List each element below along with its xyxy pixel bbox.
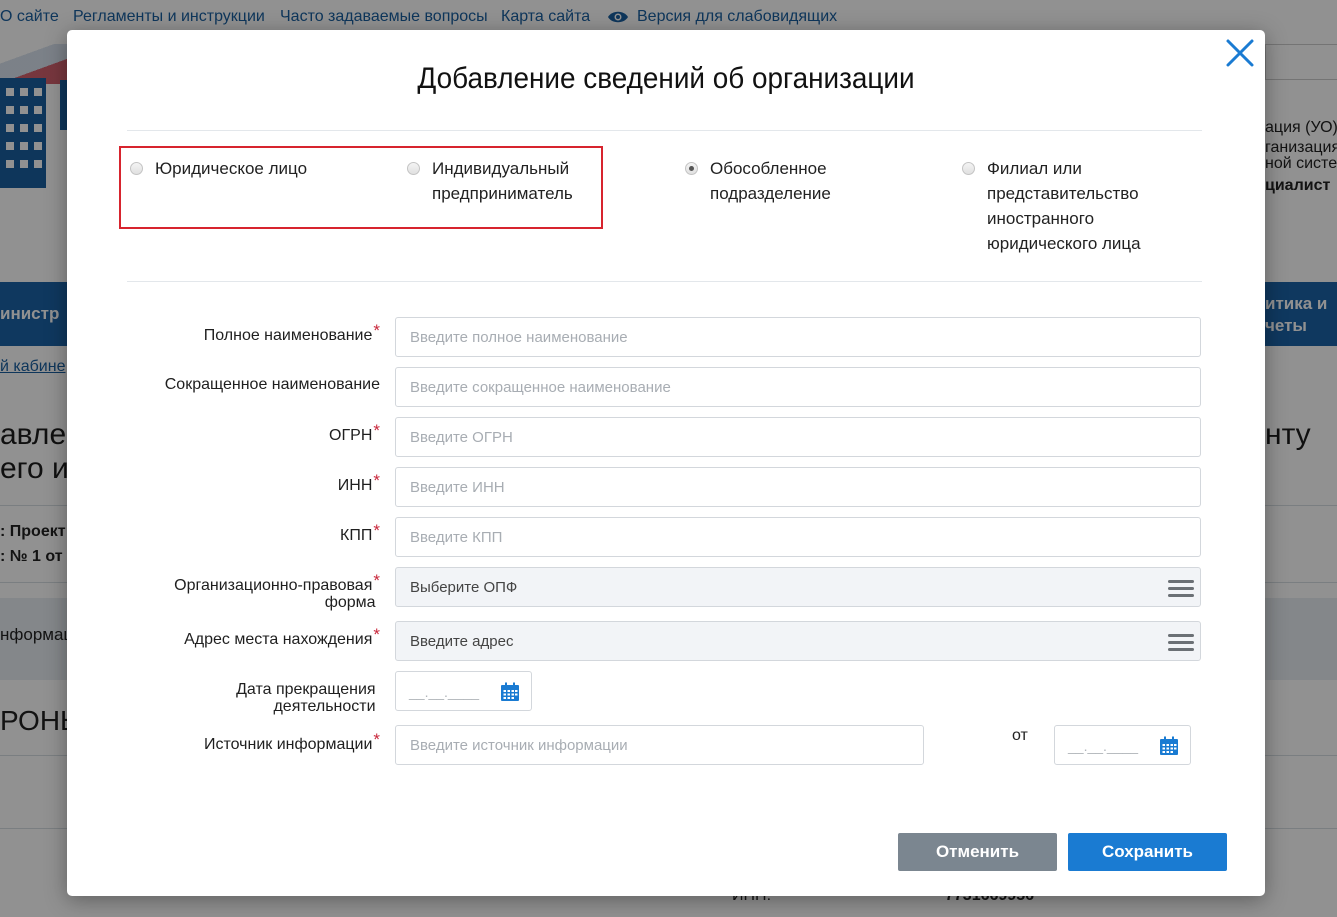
required-mark: * bbox=[373, 521, 380, 540]
radio-label: Обособленное подразделение bbox=[710, 159, 831, 203]
hamburger-menu-icon[interactable] bbox=[1168, 578, 1194, 598]
required-mark: * bbox=[373, 321, 380, 340]
required-mark: * bbox=[373, 730, 380, 749]
highlight-box bbox=[119, 146, 603, 229]
calendar-icon[interactable] bbox=[500, 682, 520, 702]
cancel-button[interactable]: Отменить bbox=[898, 833, 1057, 871]
label-text: Организационно-правовая bbox=[174, 577, 373, 594]
hamburger-menu-icon[interactable] bbox=[1168, 632, 1194, 652]
radio-separate-division[interactable]: Обособленное подразделение bbox=[685, 159, 875, 215]
short-name-label: Сокращенное наименование bbox=[67, 376, 380, 393]
label-text: Сокращенное наименование bbox=[164, 376, 380, 393]
end-date-label: Дата прекращения деятельности bbox=[67, 681, 380, 715]
required-mark: * bbox=[373, 421, 380, 440]
ogrn-input[interactable] bbox=[395, 417, 1201, 457]
label-text: Источник информации bbox=[203, 736, 373, 753]
source-input[interactable] bbox=[395, 725, 924, 765]
radio-button[interactable] bbox=[962, 162, 975, 175]
address-label: Адрес места нахождения* bbox=[67, 626, 380, 648]
label-text: ИНН bbox=[337, 477, 373, 494]
source-label: Источник информации* bbox=[67, 731, 380, 753]
full-name-label: Полное наименование* bbox=[67, 322, 380, 344]
dialog-title: Добавление сведений об организации bbox=[417, 62, 915, 95]
required-mark: * bbox=[373, 625, 380, 644]
add-organization-dialog: Добавление сведений об организации Юриди… bbox=[67, 30, 1265, 896]
calendar-icon[interactable] bbox=[1159, 736, 1179, 756]
label-text: Дата прекращения bbox=[236, 681, 376, 698]
label-text: Полное наименование bbox=[203, 327, 373, 344]
opf-label: Организационно-правовая* форма bbox=[67, 572, 380, 611]
inn-input[interactable] bbox=[395, 467, 1201, 507]
full-name-input[interactable] bbox=[395, 317, 1201, 357]
kpp-input[interactable] bbox=[395, 517, 1201, 557]
date-mask: __.__.____ bbox=[409, 684, 480, 700]
label-text: деятельности bbox=[273, 698, 376, 715]
opf-select[interactable]: Выберите ОПФ bbox=[395, 567, 1201, 607]
address-select[interactable]: Введите адрес bbox=[395, 621, 1201, 661]
short-name-input[interactable] bbox=[395, 367, 1201, 407]
radio-label: Филиал или представительство иностранног… bbox=[987, 159, 1141, 253]
ogrn-label: ОГРН* bbox=[67, 422, 380, 444]
radio-button-checked[interactable] bbox=[685, 162, 698, 175]
label-text: КПП bbox=[340, 527, 373, 544]
save-button[interactable]: Сохранить bbox=[1068, 833, 1227, 871]
required-mark: * bbox=[373, 471, 380, 490]
close-icon[interactable] bbox=[1225, 38, 1255, 68]
divider bbox=[127, 281, 1202, 282]
label-text: Адрес места нахождения bbox=[184, 631, 373, 648]
divider bbox=[127, 130, 1202, 131]
label-text: форма bbox=[324, 594, 376, 611]
select-value: Выберите ОПФ bbox=[410, 579, 518, 596]
select-value: Введите адрес bbox=[410, 633, 514, 650]
radio-foreign-branch[interactable]: Филиал или представительство иностранног… bbox=[962, 159, 1192, 265]
end-date-picker[interactable]: __.__.____ bbox=[395, 671, 532, 711]
inn-label: ИНН* bbox=[67, 472, 380, 494]
from-label: от bbox=[1012, 727, 1028, 744]
kpp-label: КПП* bbox=[67, 522, 380, 544]
label-text: ОГРН bbox=[329, 427, 373, 444]
date-mask: __.__.____ bbox=[1068, 738, 1139, 754]
source-date-picker[interactable]: __.__.____ bbox=[1054, 725, 1191, 765]
required-mark: * bbox=[373, 571, 380, 590]
